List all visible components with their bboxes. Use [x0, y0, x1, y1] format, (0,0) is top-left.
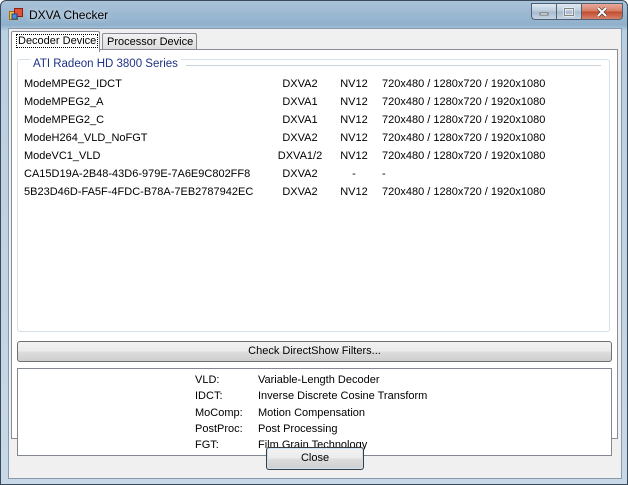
decoder-api: DXVA2 — [282, 168, 318, 180]
decoder-resolutions: 720x480 / 1280x720 / 1920x1080 — [382, 186, 546, 198]
close-button[interactable]: Close — [266, 447, 364, 470]
decoder-api: DXVA1/2 — [277, 150, 323, 162]
app-window: DXVA Checker Decoder Device Processor De… — [0, 0, 628, 485]
decoder-format: NV12 — [340, 186, 368, 198]
tab-processor-device[interactable]: Processor Device — [102, 33, 197, 50]
decoder-row[interactable]: ModeMPEG2_C DXVA1 NV12 720x480 / 1280x720 /… — [21, 114, 606, 132]
decoder-name: ModeH264_VLD_NoFGT — [24, 132, 148, 144]
decoder-api: DXVA2 — [282, 186, 318, 198]
glossary-definition: Motion Compensation — [258, 406, 366, 419]
decoder-device-page: ATI Radeon HD 3800 Series ModeMPEG2_IDCT… — [11, 49, 618, 456]
decoder-api: DXVA1 — [282, 96, 318, 108]
decoder-resolutions: - — [382, 168, 386, 180]
app-window-icon — [9, 8, 23, 22]
glossary-definition: Variable-Length Decoder — [258, 374, 380, 386]
glossary-abbreviation: IDCT: — [195, 390, 223, 403]
decoder-api: DXVA2 — [282, 78, 318, 90]
glossary-list: VLD: Variable-Length Decoder IDCT: Inverse … — [195, 374, 495, 455]
maximize-icon — [563, 7, 575, 16]
decoder-format: NV12 — [340, 96, 368, 108]
decoder-row[interactable]: CA15D19A-2B48-43D6-979E-7A6E9C802FF8 DXVA… — [21, 168, 606, 186]
decoder-row[interactable]: ModeVC1_VLD DXVA1/2 NV12 720x480 / 1280x720… — [21, 150, 606, 168]
glossary-row: MoComp: Motion Compensation — [195, 407, 495, 423]
gpu-group-box: ATI Radeon HD 3800 Series ModeMPEG2_IDCT… — [17, 58, 610, 332]
gpu-name-label: ATI Radeon HD 3800 Series — [30, 58, 181, 70]
glossary-row: PostProc: Post Processing — [195, 423, 495, 439]
glossary-abbreviation: PostProc: — [195, 422, 243, 435]
glossary-abbreviation: MoComp: — [195, 406, 243, 419]
decoder-resolutions: 720x480 / 1280x720 / 1920x1080 — [382, 132, 546, 144]
tab-label: Processor Device — [107, 36, 194, 48]
glossary-definition: Inverse Discrete Cosine Transform — [258, 390, 428, 403]
caption-buttons — [531, 3, 623, 21]
tab-decoder-device[interactable]: Decoder Device — [11, 31, 100, 52]
decoder-resolutions: 720x480 / 1280x720 / 1920x1080 — [382, 96, 546, 108]
decoder-format: NV12 — [340, 78, 368, 90]
decoder-resolutions: 720x480 / 1280x720 / 1920x1080 — [382, 78, 546, 90]
decoder-name: ModeMPEG2_IDCT — [24, 78, 122, 90]
decoder-format: NV12 — [340, 150, 368, 162]
close-window-button[interactable] — [581, 3, 623, 20]
dialog-client-area: Decoder Device Processor Device ATI Rade… — [8, 28, 622, 479]
decoder-name: CA15D19A-2B48-43D6-979E-7A6E9C802FF8 — [24, 168, 251, 180]
glossary-abbreviation: FGT: — [195, 439, 219, 452]
decoder-name: ModeMPEG2_C — [24, 114, 105, 126]
check-directshow-filters-button[interactable]: Check DirectShow Filters... — [17, 341, 612, 362]
decoder-row[interactable]: 5B23D46D-FA5F-4FDC-B78A-7EB2787942EC DXVA… — [21, 186, 606, 204]
decoder-row[interactable]: ModeH264_VLD_NoFGT DXVA2 NV12 720x480 / 128… — [21, 132, 606, 150]
decoder-resolutions: 720x480 / 1280x720 / 1920x1080 — [382, 114, 546, 126]
group-separator — [186, 65, 601, 66]
decoder-name: ModeVC1_VLD — [24, 150, 101, 162]
decoder-api: DXVA1 — [282, 114, 318, 126]
decoder-row[interactable]: ModeMPEG2_IDCT DXVA2 NV12 720x480 / 1280x72… — [21, 78, 606, 96]
close-icon — [596, 6, 608, 17]
decoder-format: - — [352, 168, 356, 180]
decoder-format: NV12 — [340, 114, 368, 126]
minimize-icon — [539, 12, 549, 15]
maximize-button[interactable] — [556, 3, 581, 20]
minimize-button[interactable] — [531, 3, 556, 20]
tab-label: Decoder Device — [16, 34, 99, 48]
glossary-row: IDCT: Inverse Discrete Cosine Transform — [195, 390, 495, 406]
decoder-format: NV12 — [340, 132, 368, 144]
title-bar[interactable]: DXVA Checker — [1, 1, 627, 29]
decoder-row[interactable]: ModeMPEG2_A DXVA1 NV12 720x480 / 1280x720 /… — [21, 96, 606, 114]
glossary-definition: Post Processing — [258, 422, 338, 435]
decoder-name: 5B23D46D-FA5F-4FDC-B78A-7EB2787942EC — [24, 186, 254, 198]
abbreviation-legend: VLD: Variable-Length Decoder IDCT: Inverse … — [17, 368, 612, 456]
glossary-abbreviation: VLD: — [195, 374, 220, 386]
window-title: DXVA Checker — [29, 8, 109, 22]
decoder-resolutions: 720x480 / 1280x720 / 1920x1080 — [382, 150, 546, 162]
decoder-api: DXVA2 — [282, 132, 318, 144]
glossary-row: VLD: Variable-Length Decoder — [195, 374, 495, 390]
decoder-name: ModeMPEG2_A — [24, 96, 104, 108]
